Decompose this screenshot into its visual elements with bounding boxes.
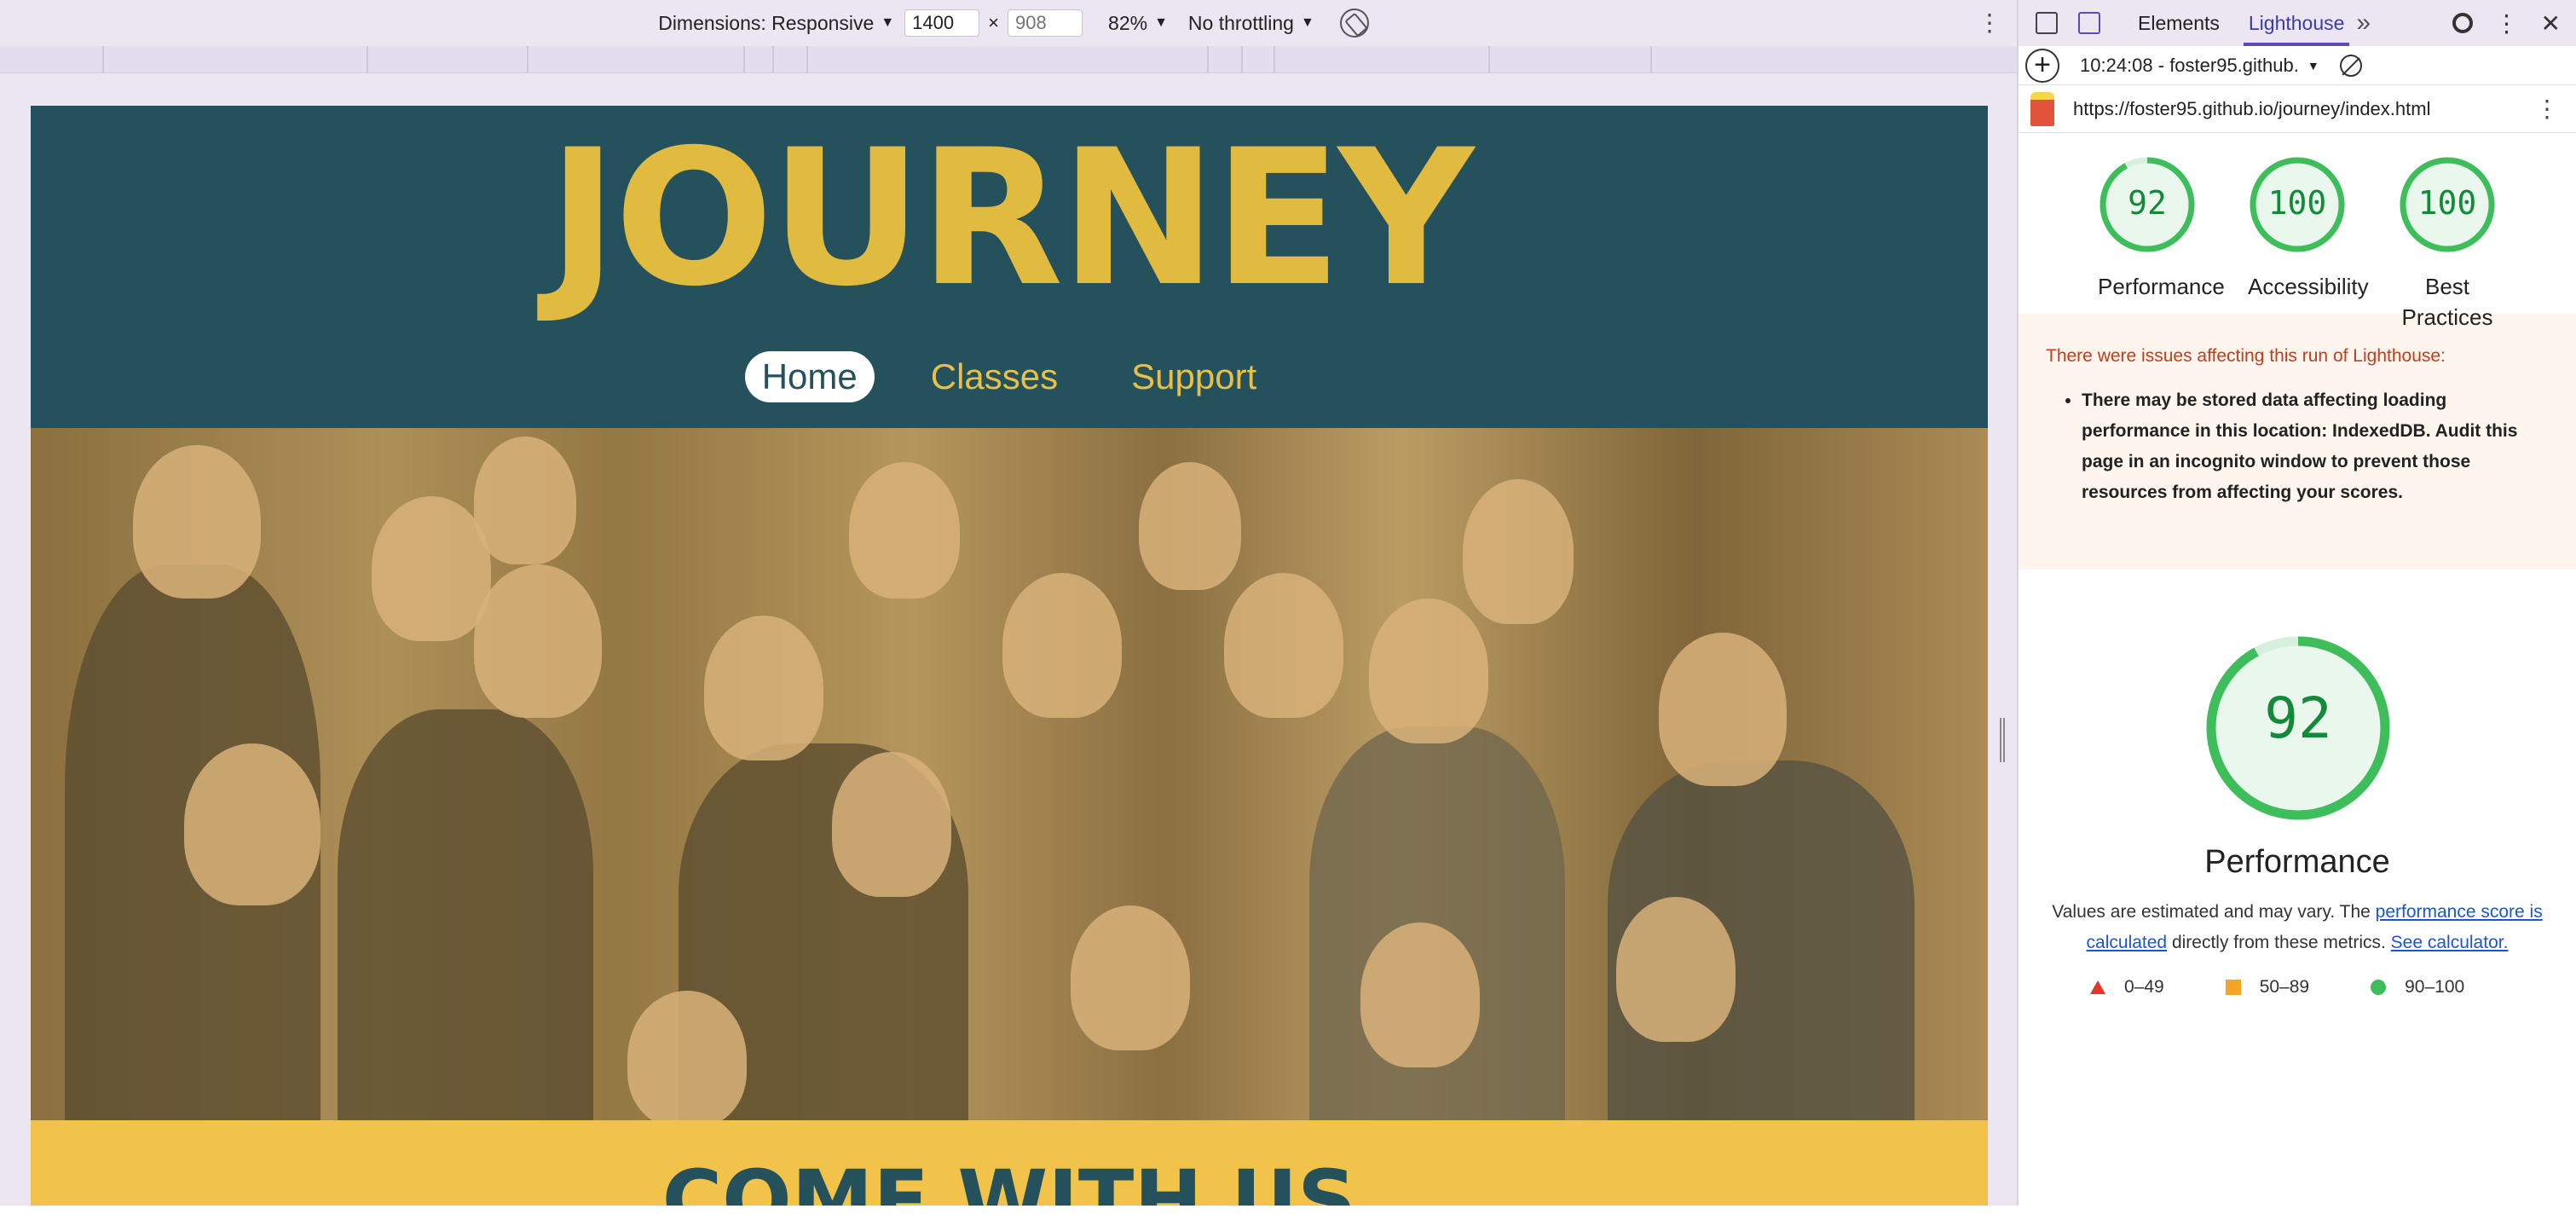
- lighthouse-logo-icon: [2030, 91, 2054, 126]
- cta-banner: COME WITH US: [31, 1120, 1988, 1206]
- warning-item: There may be stored data affecting loadi…: [2082, 385, 2550, 508]
- cta-heading: COME WITH US: [661, 1153, 1357, 1206]
- dimensions-label: Dimensions: Responsive: [658, 11, 875, 34]
- score-label: Performance: [2098, 274, 2225, 299]
- devtools-panel: Elements Lighthouse » ⋮ ✕ + 10:24:08 - f…: [2017, 0, 2576, 1206]
- lighthouse-report-bar: + 10:24:08 - foster95.github. ▼: [2019, 46, 2576, 85]
- desc-text: Values are estimated and may vary. The: [2052, 902, 2376, 922]
- score-value: 100: [2267, 184, 2327, 222]
- throttling-label: No throttling: [1187, 11, 1294, 34]
- site-header: JOURNEY Home Classes Support: [31, 106, 1988, 428]
- desc-text: directly from these metrics.: [2167, 933, 2391, 952]
- inspect-element-icon[interactable]: [2036, 12, 2058, 34]
- nav-link-support[interactable]: Support: [1114, 351, 1274, 402]
- main-nav: Home Classes Support: [31, 351, 1988, 402]
- device-toolbar: Dimensions: Responsive ▼ × 82% ▼ No thro…: [0, 0, 2017, 46]
- legend-fail: 0–49: [2124, 977, 2164, 997]
- browser-viewport-area: Dimensions: Responsive ▼ × 82% ▼ No thro…: [0, 0, 2017, 1206]
- performance-description: Values are estimated and may vary. The p…: [2039, 897, 2556, 958]
- device-toolbar-icon[interactable]: [2078, 12, 2100, 34]
- caret-down-icon[interactable]: ▼: [2307, 59, 2319, 72]
- caret-down-icon: ▼: [1154, 15, 1168, 30]
- report-url-bar: https://foster95.github.io/journey/index…: [2019, 85, 2576, 133]
- score-label: Accessibility: [2248, 274, 2369, 299]
- dimensions-dropdown[interactable]: Dimensions: Responsive ▼: [658, 12, 894, 35]
- zoom-dropdown[interactable]: 82% ▼: [1108, 12, 1168, 35]
- see-calculator-link[interactable]: See calculator.: [2391, 933, 2509, 952]
- rotate-icon[interactable]: [1339, 9, 1369, 38]
- tab-elements[interactable]: Elements: [2138, 0, 2220, 46]
- score-gauge-best-practices[interactable]: 100 Best Practices: [2398, 155, 2497, 330]
- score-gauge-performance[interactable]: 92 Performance: [2098, 155, 2225, 310]
- legend-pass: 90–100: [2405, 977, 2465, 997]
- performance-section: 92 Performance Values are estimated and …: [2019, 570, 2576, 1226]
- score-value: 100: [2417, 184, 2477, 222]
- zoom-label: 82%: [1108, 11, 1148, 34]
- report-url: https://foster95.github.io/journey/index…: [2073, 97, 2431, 119]
- score-label: Best Practices: [2401, 274, 2493, 330]
- more-options-icon[interactable]: ⋮: [2495, 9, 2519, 38]
- gear-icon[interactable]: [2452, 13, 2473, 33]
- site-logo[interactable]: JOURNEY: [31, 124, 1988, 312]
- score-gauge-accessibility[interactable]: 100 Accessibility: [2248, 155, 2369, 310]
- report-selector[interactable]: 10:24:08 - foster95.github.: [2080, 55, 2299, 77]
- resize-handle[interactable]: [2000, 718, 2005, 762]
- performance-score-large: 92: [2264, 685, 2332, 751]
- hero-image: [31, 428, 1988, 1120]
- performance-gauge-large: 92: [2204, 634, 2392, 822]
- caret-down-icon: ▼: [1300, 15, 1314, 30]
- width-input[interactable]: [904, 9, 980, 37]
- score-gauges: 92 Performance 100 Accessibility 100 Best Pra…: [2019, 133, 2576, 330]
- throttling-dropdown[interactable]: No throttling ▼: [1188, 12, 1314, 35]
- pass-circle-icon: [2371, 980, 2387, 995]
- warning-title: There were issues affecting this run of …: [2046, 346, 2446, 366]
- nav-link-classes[interactable]: Classes: [914, 351, 1075, 402]
- devtools-tabbar: Elements Lighthouse » ⋮ ✕: [2019, 0, 2576, 46]
- caret-down-icon: ▼: [881, 15, 895, 30]
- clear-icon[interactable]: [2339, 54, 2362, 77]
- height-input[interactable]: [1008, 9, 1083, 37]
- more-options-icon[interactable]: ⋮: [1978, 9, 2001, 38]
- tab-lighthouse[interactable]: Lighthouse: [2243, 0, 2349, 46]
- media-query-ruler[interactable]: [0, 46, 2017, 73]
- times-symbol: ×: [988, 12, 1000, 33]
- fail-triangle-icon: [2090, 980, 2105, 994]
- score-legend: 0–49 50–89 90–100: [2090, 977, 2464, 998]
- more-tabs-icon[interactable]: »: [2356, 9, 2371, 38]
- new-report-icon[interactable]: +: [2025, 48, 2059, 83]
- legend-average: 50–89: [2259, 977, 2310, 997]
- close-icon[interactable]: ✕: [2541, 9, 2561, 38]
- average-square-icon: [2225, 980, 2241, 995]
- nav-link-home[interactable]: Home: [744, 351, 875, 402]
- more-options-icon[interactable]: ⋮: [2535, 95, 2559, 123]
- performance-heading: Performance: [2204, 844, 2390, 880]
- score-value: 92: [2128, 184, 2167, 222]
- warning-box: There were issues affecting this run of …: [2019, 314, 2576, 570]
- page-viewport: JOURNEY Home Classes Support COME WITH U…: [31, 106, 1988, 1206]
